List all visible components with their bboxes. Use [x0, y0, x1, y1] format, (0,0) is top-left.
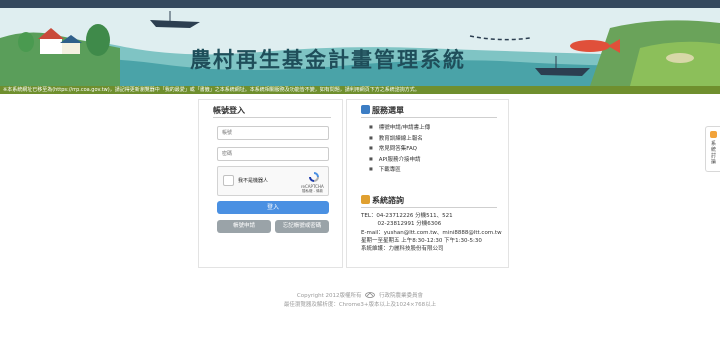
password-input[interactable] [217, 147, 329, 161]
service-item-training[interactable]: 教育訓練線上報名 [369, 133, 430, 144]
login-title: 帳號登入 [213, 106, 245, 115]
copyright-org: 行政院農業委員會 [379, 293, 424, 299]
site-title: 農村再生基金計畫管理系統 [190, 47, 466, 72]
recaptcha-logo-icon [309, 172, 319, 182]
services-divider [361, 117, 497, 118]
chat-icon [710, 131, 717, 138]
side-feedback-tab[interactable]: 系統討論 [705, 126, 720, 172]
apply-account-button[interactable]: 帳號申請 [217, 220, 271, 233]
top-bar [0, 0, 720, 8]
footer-copyright: Copyright 2012版權所有 行政院農業委員會 [0, 291, 720, 299]
account-input[interactable] [217, 126, 329, 140]
contact-info: TEL：04-23712226 分機511、521 02-23812991 分機… [361, 212, 502, 253]
services-list: 標號申請/申請書上傳 教育訓練線上報名 常見問答集FAQ API服務介接申請 下… [369, 122, 430, 175]
recaptcha-label: 我不是機器人 [238, 178, 269, 184]
recaptcha-widget: 我不是機器人 reCAPTCHA 隱私權 - 條款 [217, 166, 329, 196]
copyright-text: Copyright 2012版權所有 [296, 293, 362, 299]
support-icon [361, 195, 370, 204]
service-item-downloads[interactable]: 下載專區 [369, 164, 430, 175]
service-item-api[interactable]: API服務介接申請 [369, 154, 430, 165]
footer-browser-note: 最佳瀏覽器及解析度：Chrome3+版本以上及1024×768以上 [283, 302, 437, 308]
consult-divider [361, 207, 497, 208]
consult-title: 系統諮詢 [372, 196, 404, 205]
service-item-faq[interactable]: 常見問答集FAQ [369, 143, 430, 154]
contact-hours: 星期一至星期五 上午8:30-12:30 下午1:30-5:30 [361, 237, 482, 244]
services-panel: 服務選單 標號申請/申請書上傳 教育訓練線上報名 常見問答集FAQ API服務介… [346, 99, 509, 268]
header-banner: 農村再生基金計畫管理系統 [0, 8, 720, 86]
services-title: 服務選單 [372, 106, 404, 115]
login-panel: 帳號登入 我不是機器人 reCAPTCHA 隱私權 - 條款 登入 帳號申請 忘… [198, 99, 343, 268]
notice-bar: ※本系統網址已移至為(https://rrp.coa.gov.tw)，請記得更新… [0, 86, 720, 94]
contact-tel: TEL：04-23712226 分機511、521 [361, 213, 453, 219]
search-icon [361, 105, 370, 114]
service-item-apply[interactable]: 標號申請/申請書上傳 [369, 122, 430, 133]
login-divider [213, 117, 331, 118]
contact-maintainer: 系統維護：力麗科技股份有限公司 [361, 246, 444, 253]
contact-email: E-mail：yushan@ltt.com.tw、mini8888@ltt.co… [361, 229, 502, 236]
recaptcha-links[interactable]: 隱私權 - 條款 [302, 189, 323, 194]
login-button[interactable]: 登入 [217, 201, 329, 214]
consult-heading: 系統諮詢 [361, 195, 404, 206]
side-tab-label: 系統討論 [710, 141, 716, 165]
coa-logo-icon [365, 292, 376, 298]
recaptcha-checkbox[interactable] [223, 175, 234, 186]
forgot-password-button[interactable]: 忘記帳號或密碼 [275, 220, 329, 233]
contact-tel-2: 02-23812991 分機6306 [361, 221, 442, 228]
services-heading: 服務選單 [361, 105, 404, 116]
